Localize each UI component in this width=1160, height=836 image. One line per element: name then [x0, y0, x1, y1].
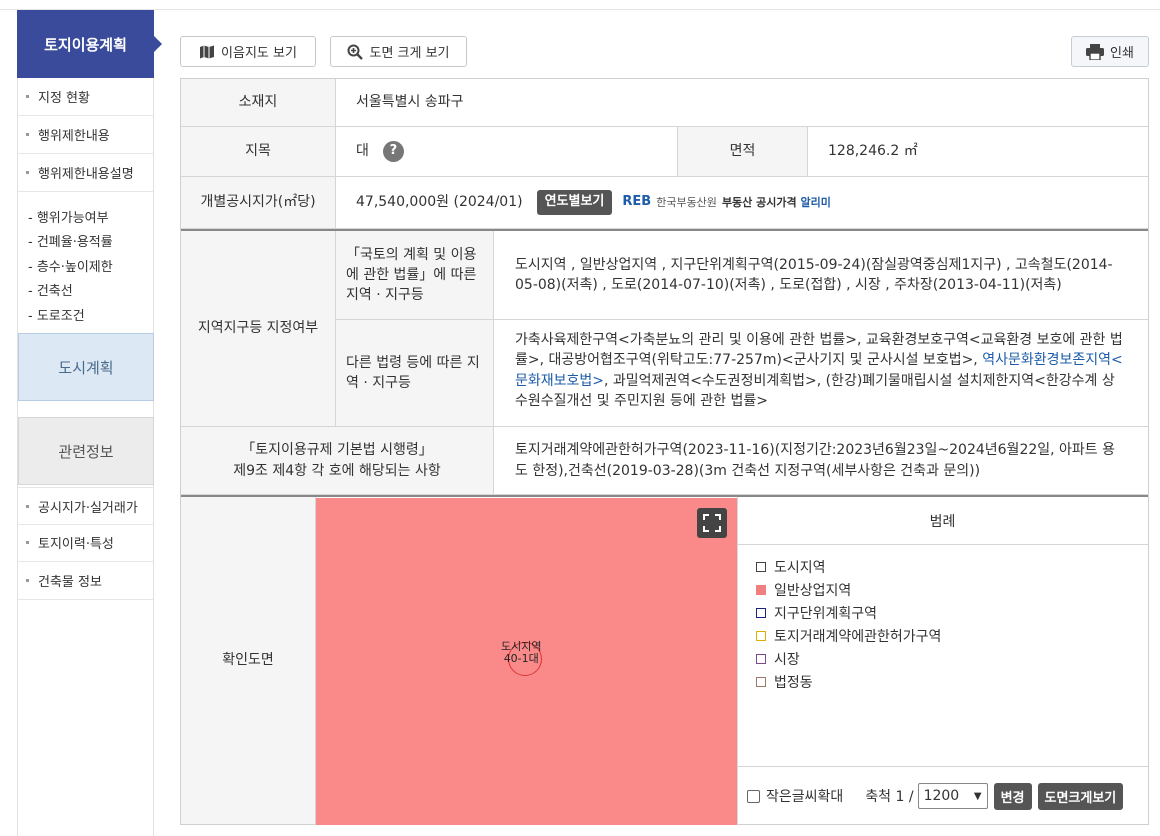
section-divider — [181, 495, 1148, 497]
enlarge-map-button[interactable]: 도면크게보기 — [1037, 782, 1124, 810]
sidebar-item-price[interactable]: 공시지가·실거래가 — [18, 487, 154, 525]
legend-item: 도시지역 — [756, 555, 941, 578]
category-label: 지목 — [181, 127, 336, 177]
print-button[interactable]: 인쇄 — [1071, 36, 1149, 67]
top-divider — [0, 9, 1160, 10]
legend-item: 일반상업지역 — [756, 578, 941, 601]
swatch-icon — [756, 561, 766, 572]
sub-item-permitted[interactable]: - 행위가능여부 — [28, 204, 154, 229]
zoom-in-icon — [347, 44, 364, 60]
active-arrow-icon — [154, 36, 162, 52]
help-icon[interactable]: ? — [382, 141, 404, 162]
related-info-button[interactable]: 관련정보 — [18, 417, 154, 485]
zones-label: 지역지구등 지정여부 — [181, 231, 336, 427]
city-plan-button[interactable]: 도시계획 — [18, 333, 154, 401]
national-law-value: 도시지역 , 일반상업지역 , 지구단위계획구역(2015-09-24)(잠실광… — [494, 231, 1148, 320]
sidebar: 토지이용계획 지정 현황 행위제한내용 행위제한내용설명 - 행위가능여부 - … — [17, 10, 162, 836]
sidebar-item-restriction[interactable]: 행위제한내용 — [18, 116, 154, 154]
sub-item-height[interactable]: - 층수·높이제한 — [28, 253, 154, 278]
swatch-icon — [756, 630, 766, 641]
sidebar-item-designation[interactable]: 지정 현황 — [18, 78, 154, 116]
category-cell: 대 ? — [336, 127, 678, 177]
bullet-icon — [26, 171, 29, 174]
small-text-checkbox[interactable] — [747, 789, 760, 803]
sidebar-item-restriction-desc[interactable]: 행위제한내용설명 — [18, 154, 154, 192]
map-parcel-label: 도시지역 40-1대 — [501, 640, 542, 666]
legend-item: 법정동 — [756, 670, 941, 693]
sidebar-sub-list: - 행위가능여부 - 건폐율·용적률 - 층수·높이제한 - 건축선 - 도로조… — [28, 204, 154, 327]
scale-label: 축척 1 / — [865, 789, 914, 805]
sidebar-item-history[interactable]: 토지이력·특성 — [18, 524, 154, 562]
area-value: 128,246.2 ㎡ — [808, 127, 1148, 177]
zoom-map-button[interactable]: 도면 크게 보기 — [330, 36, 467, 67]
printer-icon — [1086, 43, 1105, 60]
scale-select[interactable]: 1200 ▼ — [917, 783, 988, 809]
map-view[interactable]: 도시지역 40-1대 — [316, 498, 737, 825]
other-law-label: 다른 법령 등에 따른 지역 · 지구등 — [336, 320, 494, 427]
legend-item: 시장 — [756, 647, 941, 670]
sub-item-road[interactable]: - 도로조건 — [28, 302, 154, 327]
area-label: 면적 — [678, 127, 808, 177]
price-label: 개별공시지가(㎡당) — [181, 177, 336, 229]
category-value: 대 — [356, 143, 369, 160]
bullet-icon — [26, 504, 29, 508]
regulation-label: 「토지이용규제 기본법 시행령」 제9조 제4항 각 호에 해당되는 사항 — [181, 427, 494, 495]
swatch-icon — [756, 676, 766, 687]
price-cell: 47,540,000원 (2024/01) 연도별보기 REB 한국부동산원 부… — [336, 177, 1148, 229]
year-view-button[interactable]: 연도별보기 — [536, 190, 613, 215]
swatch-icon — [756, 653, 766, 664]
map-label: 확인도면 — [181, 497, 316, 824]
bullet-icon — [26, 579, 29, 582]
reb-logo: REB — [622, 194, 652, 210]
legend-title: 범례 — [737, 498, 1148, 545]
bullet-icon — [26, 541, 29, 544]
fullscreen-icon[interactable] — [697, 508, 727, 538]
swatch-icon — [756, 607, 766, 618]
legend-list: 도시지역 일반상업지역 지구단위계획구역 토지거래계약에관한허가구역 시장 법정… — [756, 555, 941, 693]
scale-change-button[interactable]: 변경 — [993, 782, 1032, 810]
bullet-icon — [26, 95, 29, 98]
land-map-button[interactable]: 이음지도 보기 — [180, 36, 316, 67]
price-value: 47,540,000원 (2024/01) — [356, 194, 523, 211]
bullet-icon — [26, 133, 29, 136]
sidebar-item-building[interactable]: 건축물 정보 — [18, 562, 154, 600]
map-footer: 작은글씨확대 축척 1 / 1200 ▼ 변경 도면크게보기 — [737, 766, 1148, 825]
sub-item-building-line[interactable]: - 건축선 — [28, 278, 154, 303]
regulation-value: 토지거래계약에관한허가구역(2023-11-16)(지정기간:2023년6월23… — [494, 427, 1148, 495]
swatch-icon — [756, 584, 766, 595]
legend-item: 지구단위계획구역 — [756, 601, 941, 624]
sub-item-coverage[interactable]: - 건폐율·용적률 — [28, 229, 154, 254]
other-law-value: 가축사육제한구역<가축분뇨의 관리 및 이용에 관한 법률>, 교육환경보호구역… — [494, 320, 1148, 427]
land-use-table: 소재지 서울특별시 송파구 지목 대 ? 면적 128,246.2 ㎡ 개별공시… — [180, 78, 1149, 825]
chevron-down-icon: ▼ — [973, 790, 982, 802]
map-icon — [200, 45, 215, 58]
national-law-label: 「국토의 계획 및 이용에 관한 법률」에 따른 지역 · 지구등 — [336, 231, 494, 320]
sidebar-title[interactable]: 토지이용계획 — [17, 10, 162, 78]
small-text-label: 작은글씨확대 — [766, 789, 844, 805]
legend-item: 토지거래계약에관한허가구역 — [756, 624, 941, 647]
reb-link[interactable]: REB 한국부동산원 부동산 공시가격 알리미 — [622, 193, 830, 212]
location-value: 서울특별시 송파구 — [336, 79, 1148, 127]
location-label: 소재지 — [181, 79, 336, 127]
